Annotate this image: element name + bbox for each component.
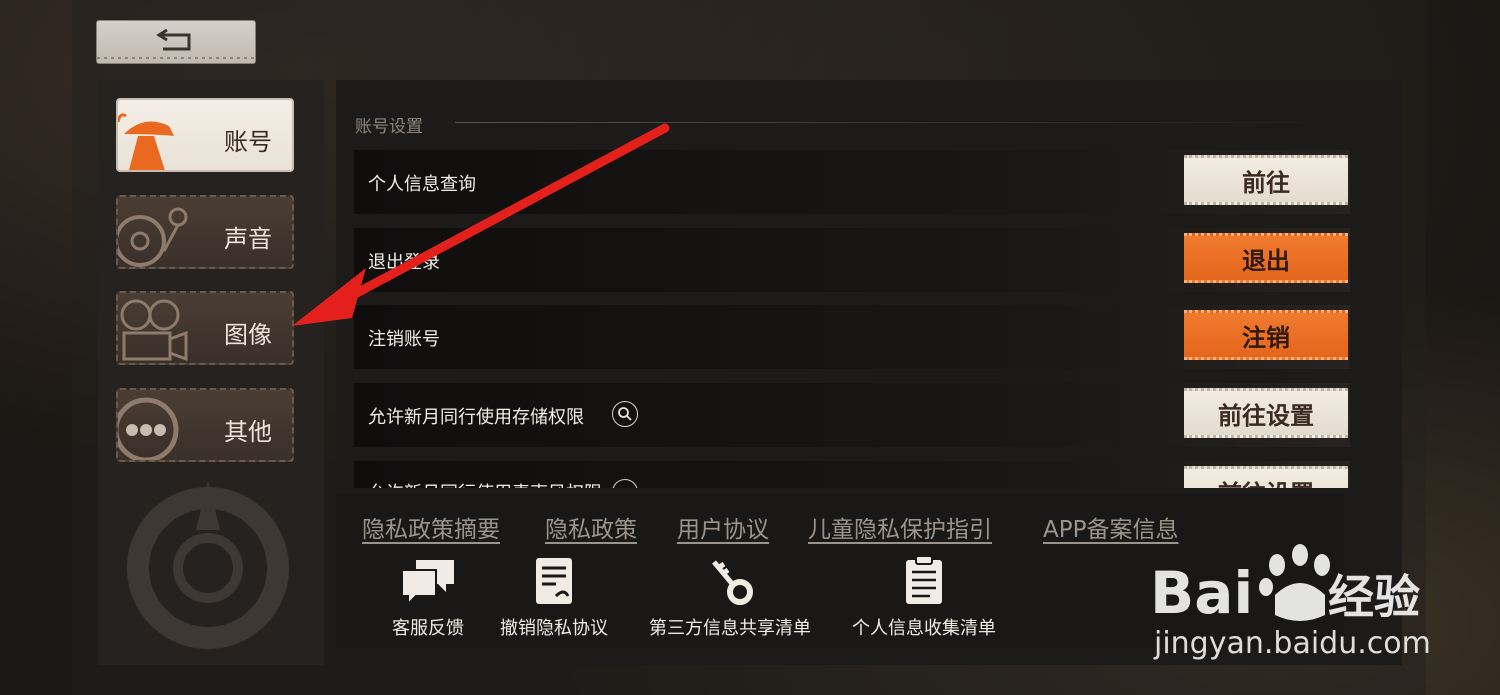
sidebar-item-label: 其他 — [224, 418, 272, 446]
sidebar-item-sound[interactable]: 声音 — [116, 195, 294, 269]
sidebar-item-account[interactable]: 账号 — [116, 98, 294, 172]
go-button[interactable]: 前往 — [1184, 155, 1348, 205]
row-cancel-account: 注销账号 注销 — [354, 305, 1350, 369]
privacy-summary-link[interactable]: 隐私政策摘要 — [362, 510, 500, 544]
key-icon — [712, 560, 753, 605]
more-dots-icon — [118, 397, 179, 460]
row-label: 允许新月同行使用存储权限 — [368, 407, 584, 428]
svg-text:经验: 经验 — [1328, 570, 1420, 624]
row-label: 注销账号 — [368, 329, 440, 350]
go-settings-button[interactable]: 前往设置 — [1184, 388, 1348, 438]
return-arrow-icon — [156, 29, 191, 51]
svg-text:Bai: Bai — [1150, 559, 1253, 627]
revoke-document-icon — [536, 558, 572, 604]
section-title: 账号设置 — [355, 117, 423, 137]
sidebar-item-label: 声音 — [224, 225, 272, 253]
sidebar-item-label: 图像 — [224, 321, 272, 349]
search-icon[interactable] — [612, 479, 638, 488]
back-button[interactable] — [96, 20, 256, 64]
row-label: 退出登录 — [368, 252, 440, 273]
go-settings-button[interactable]: 前往设置 — [1184, 466, 1348, 488]
clipboard-icon — [906, 555, 942, 604]
footer-item-label: 个人信息收集清单 — [852, 618, 996, 639]
section-divider — [455, 122, 1350, 123]
footer-item-label: 客服反馈 — [392, 618, 464, 639]
search-icon[interactable] — [612, 401, 638, 427]
personal-info-collection-list-button[interactable]: 个人信息收集清单 — [844, 555, 1004, 640]
footer-item-label: 撤销隐私协议 — [500, 618, 608, 639]
row-storage-permission: 允许新月同行使用存储权限 前往设置 — [354, 383, 1350, 447]
row-microphone-permission: 允许新月同行使用麦克风权限 前往设置 — [354, 461, 1350, 488]
user-agreement-link[interactable]: 用户协议 — [677, 510, 769, 544]
footer-item-label: 第三方信息共享清单 — [649, 618, 811, 639]
sidebar-item-label: 账号 — [224, 128, 272, 156]
third-party-share-list-button[interactable]: 第三方信息共享清单 — [640, 556, 820, 640]
child-privacy-link[interactable]: 儿童隐私保护指引 — [808, 510, 992, 544]
customer-feedback-button[interactable]: 客服反馈 — [368, 556, 488, 640]
row-logout: 退出登录 退出 — [354, 228, 1350, 292]
row-personal-info-query: 个人信息查询 前往 — [354, 150, 1350, 214]
row-label: 允许新月同行使用麦克风权限 — [368, 479, 602, 488]
record-player-icon — [118, 207, 188, 267]
sidebar-item-image[interactable]: 图像 — [116, 291, 294, 365]
row-label: 个人信息查询 — [368, 174, 476, 195]
logout-button[interactable]: 退出 — [1184, 233, 1348, 283]
detective-hat-icon — [118, 113, 174, 170]
film-camera-icon — [120, 299, 188, 362]
gear-decoration-icon — [127, 480, 289, 649]
revoke-privacy-button[interactable]: 撤销隐私协议 — [494, 556, 614, 640]
sidebar-item-other[interactable]: 其他 — [116, 388, 294, 462]
privacy-policy-link[interactable]: 隐私政策 — [545, 510, 637, 544]
chat-bubbles-icon — [401, 560, 454, 607]
watermark-url: jingyan.baidu.com — [1154, 626, 1431, 661]
back-button-stitch — [97, 57, 255, 59]
cancel-account-button[interactable]: 注销 — [1184, 310, 1348, 360]
